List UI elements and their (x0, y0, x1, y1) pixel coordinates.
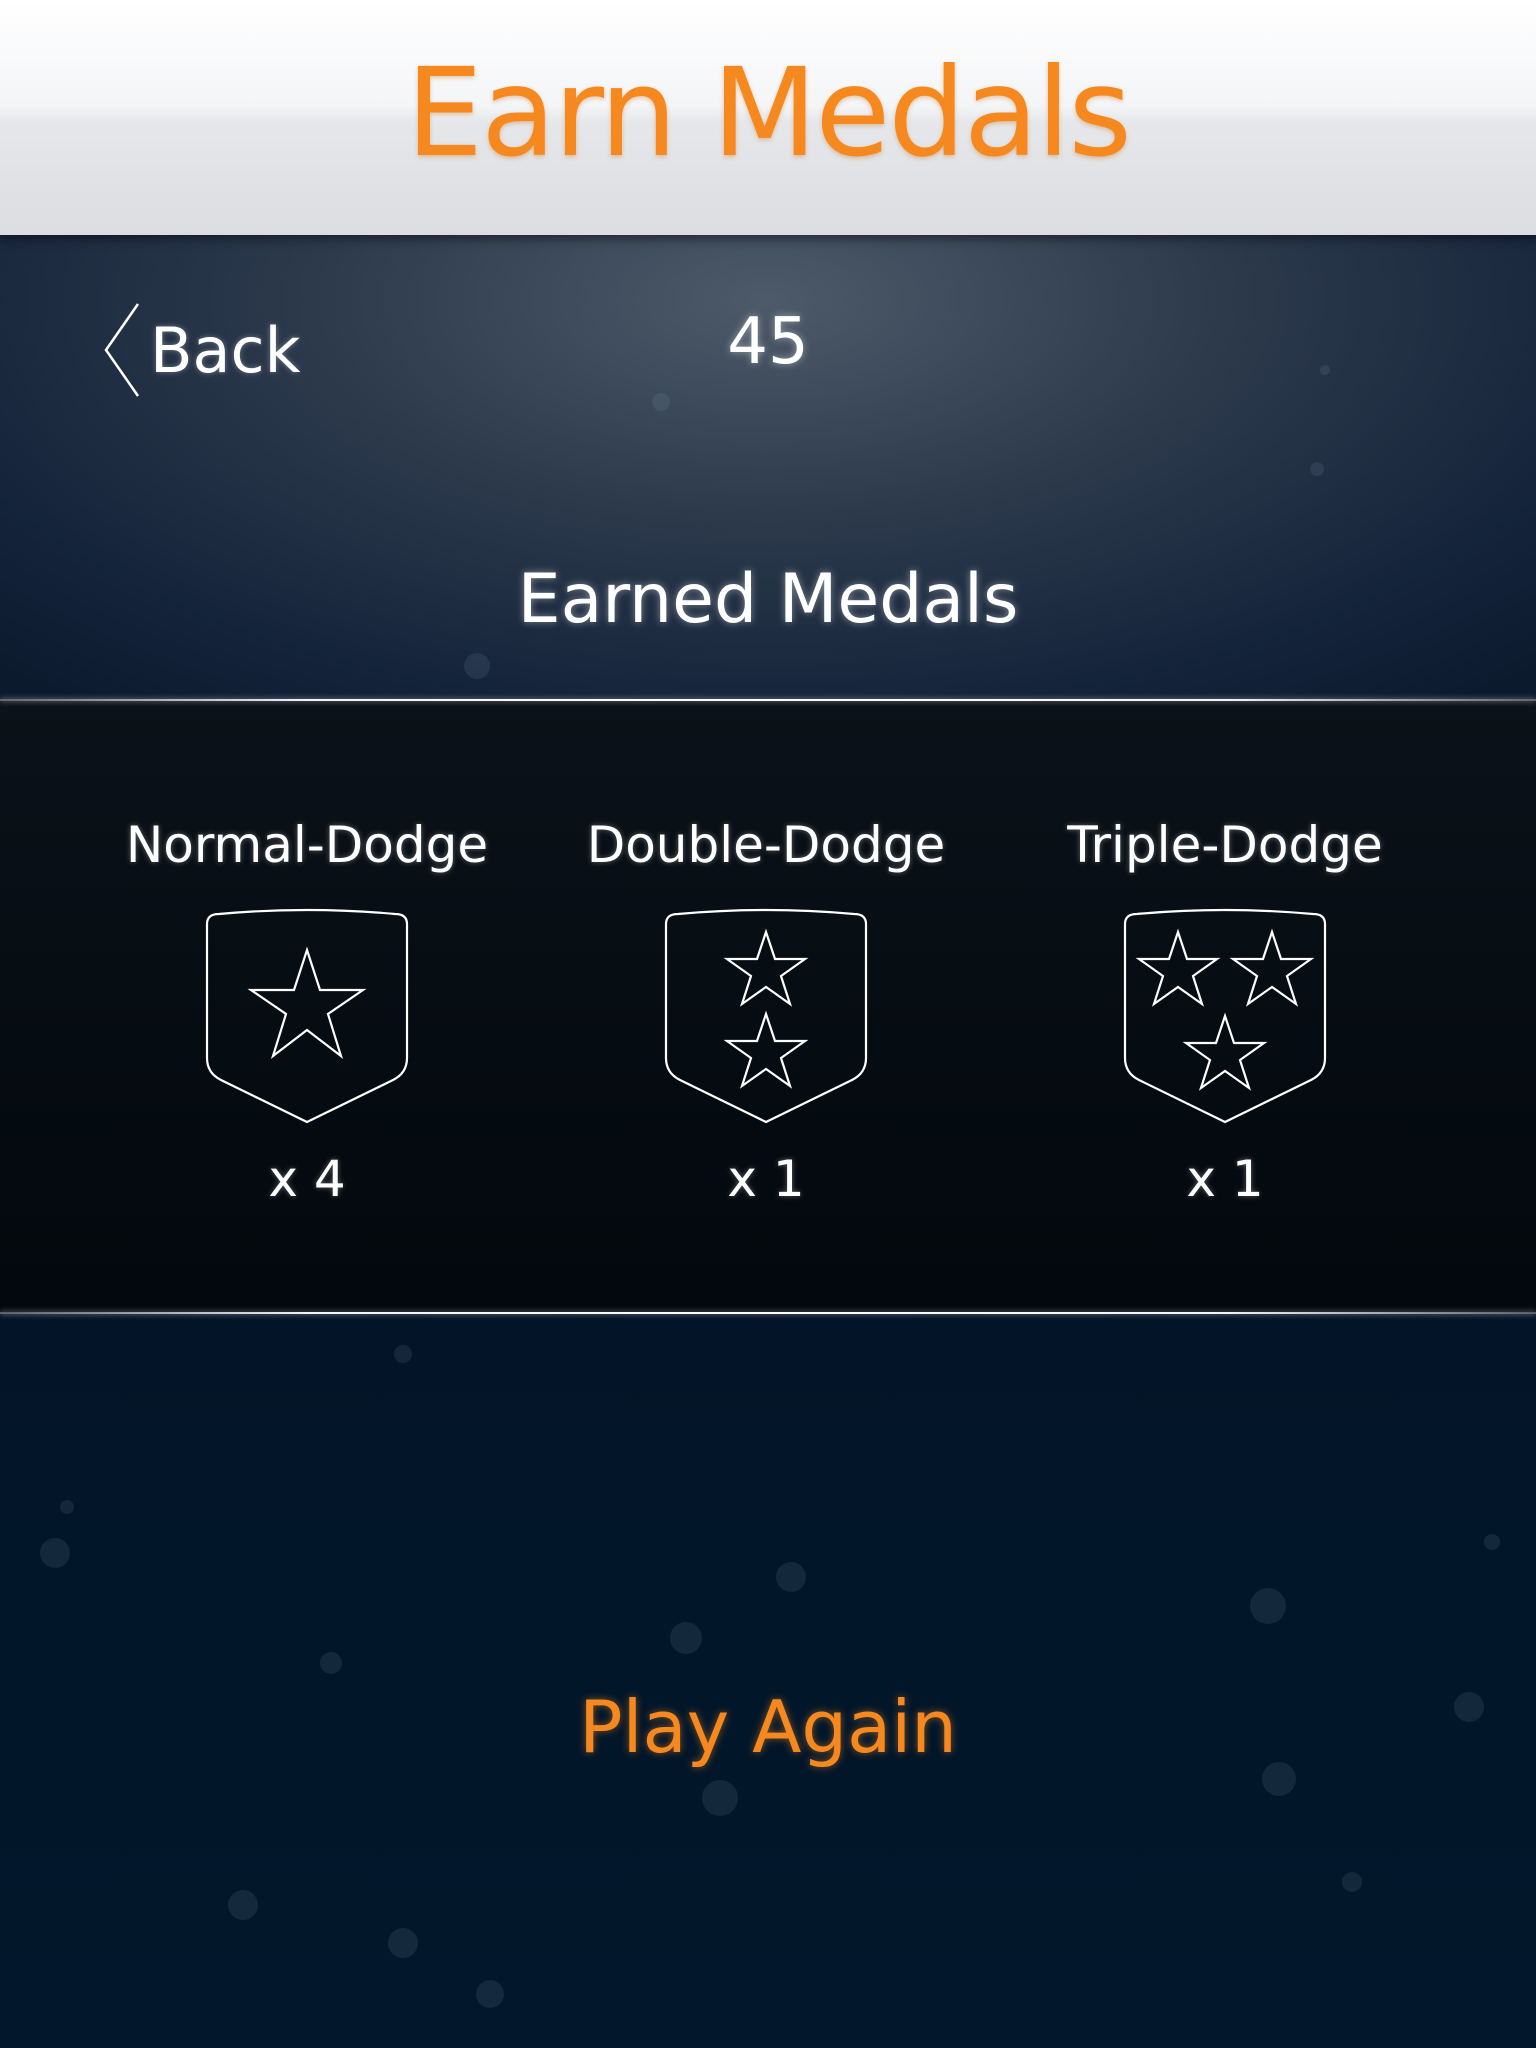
background-particle (394, 1345, 412, 1363)
panel-bottom-divider (0, 1312, 1536, 1314)
medal-count: x 1 (727, 1150, 805, 1208)
background-particle (228, 1890, 258, 1920)
score-value: 45 (727, 305, 809, 379)
background-particle (60, 1500, 74, 1514)
background-particle (464, 653, 490, 679)
background-particle (776, 1562, 806, 1592)
background-particle (670, 1622, 702, 1654)
background-particle (1310, 462, 1324, 476)
background-particle (1342, 1872, 1362, 1892)
shield-three-stars-icon (1123, 908, 1327, 1124)
background-particle (1484, 1534, 1500, 1550)
shield-two-stars-icon (664, 908, 868, 1124)
background-particle (388, 1928, 418, 1958)
medal-count: x 4 (268, 1150, 346, 1208)
medal-double-dodge: Double-Dodge x 1 (576, 810, 956, 1214)
medal-triple-dodge: Triple-Dodge x 1 (1035, 810, 1415, 1214)
medal-name: Double-Dodge (586, 816, 946, 874)
background-particle (652, 393, 670, 411)
panel-top-divider (0, 699, 1536, 701)
background-particle (476, 1980, 504, 2008)
background-particle (320, 1652, 342, 1674)
earned-medals-title: Earned Medals (517, 560, 1019, 639)
medal-count: x 1 (1186, 1150, 1264, 1208)
background-lower (0, 1313, 1536, 2048)
background-particle (1250, 1588, 1286, 1624)
medal-normal-dodge: Normal-Dodge x 4 (117, 810, 497, 1214)
page-title: Earn Medals (406, 42, 1132, 184)
play-again-button[interactable]: Play Again (0, 1685, 1536, 1769)
medal-name: Triple-Dodge (1067, 816, 1383, 874)
background-particle (702, 1780, 738, 1816)
shield-one-star-icon (205, 908, 409, 1124)
header-bar: Earn Medals (0, 0, 1536, 235)
background-particle (40, 1538, 70, 1568)
medal-name: Normal-Dodge (125, 816, 489, 874)
